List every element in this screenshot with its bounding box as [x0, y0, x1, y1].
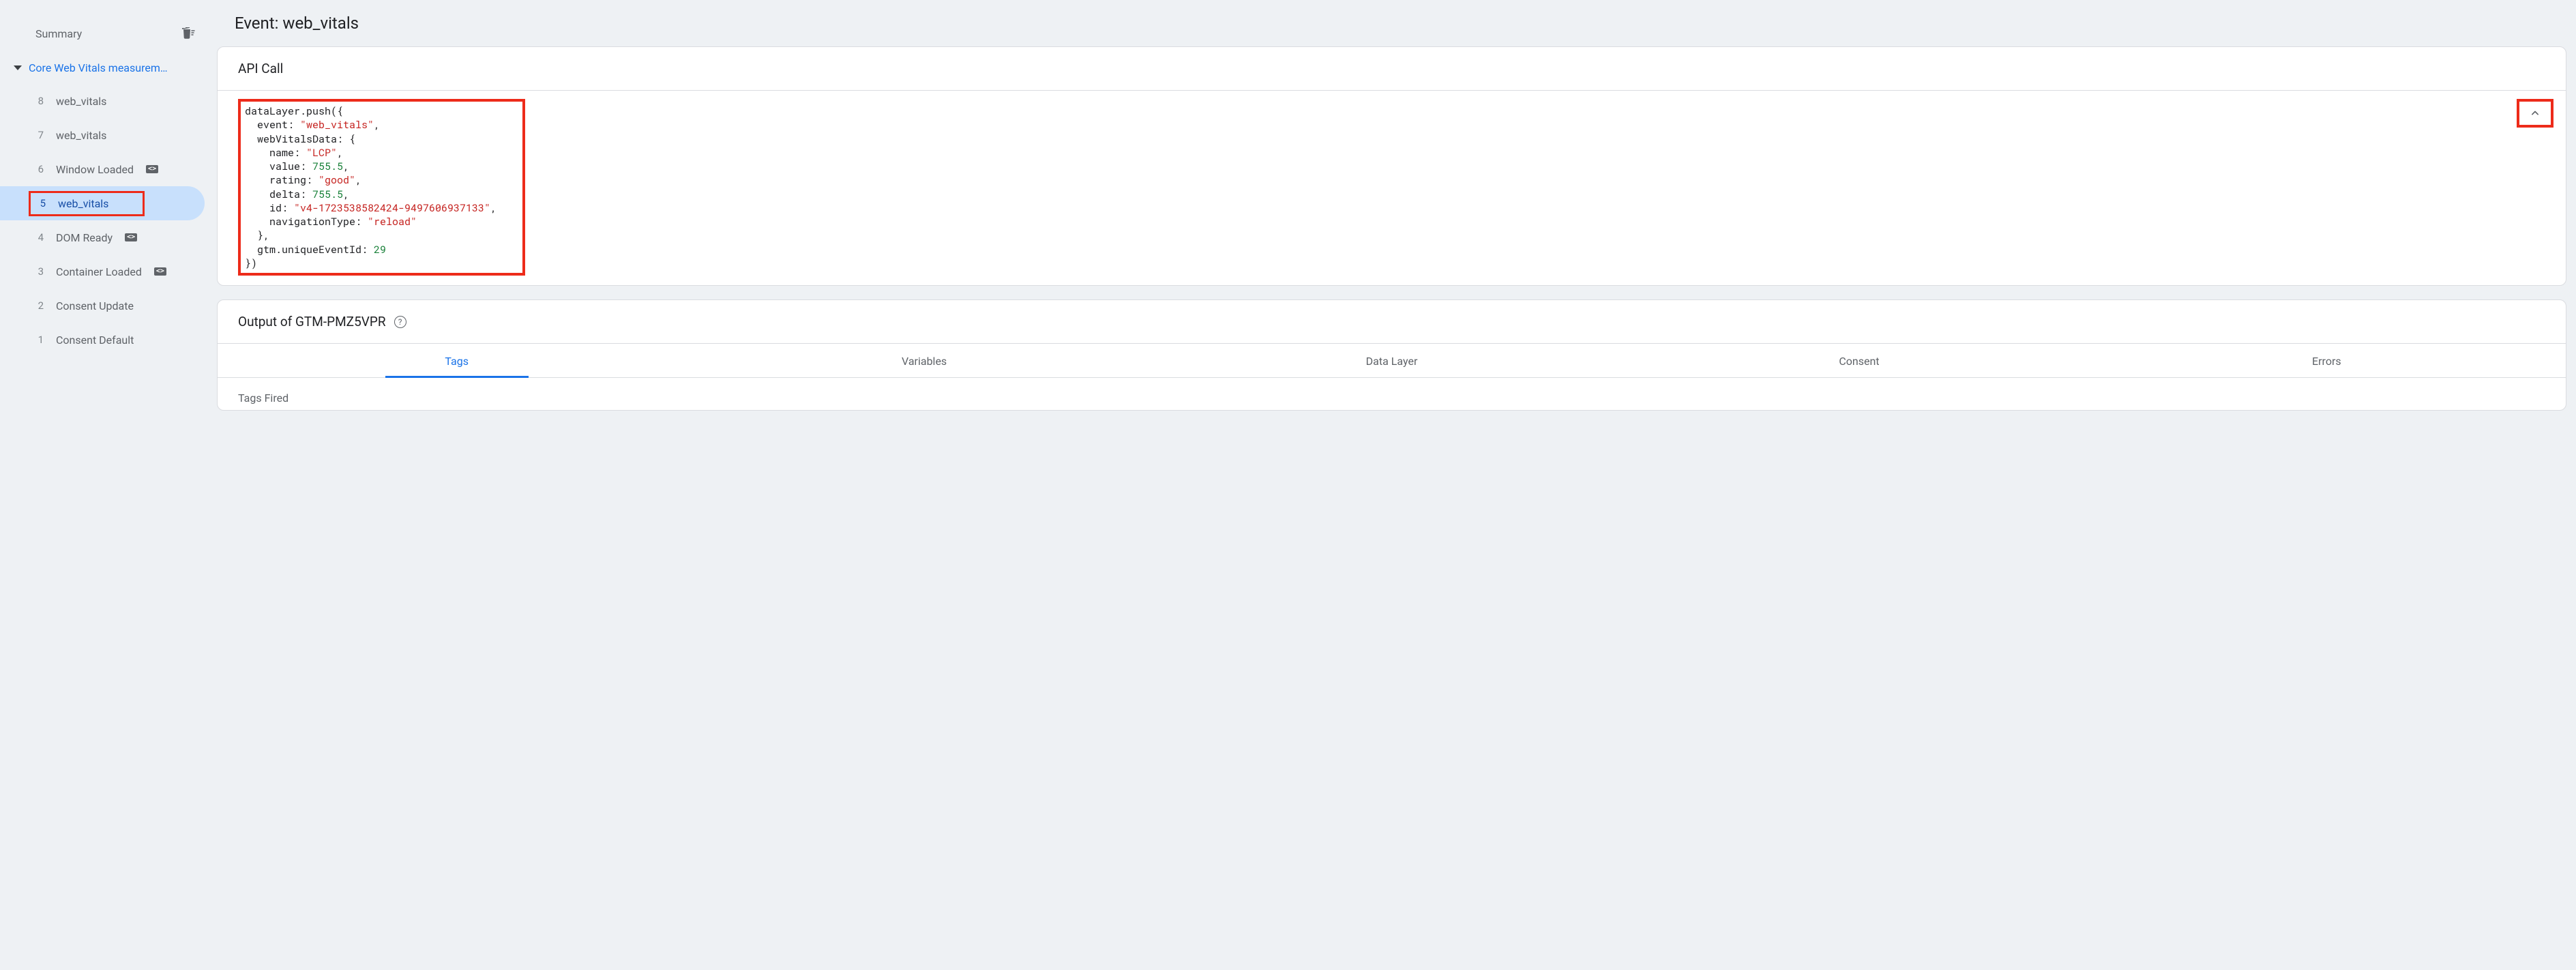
sidebar-event-item[interactable]: 4 DOM Ready <>	[0, 220, 205, 254]
event-label: Consent Update	[56, 299, 134, 312]
sidebar-group-title: Core Web Vitals measurem…	[29, 61, 168, 74]
event-number: 1	[34, 334, 44, 346]
event-label: DOM Ready	[56, 231, 113, 244]
event-number: 7	[34, 129, 44, 141]
help-icon[interactable]: ?	[394, 316, 406, 328]
sidebar-event-item[interactable]: 6 Window Loaded <>	[0, 152, 205, 186]
api-call-card: API Call dataLayer.push({ event: "web_vi…	[217, 46, 2566, 286]
sidebar-event-item[interactable]: 2 Consent Update	[0, 289, 205, 323]
collapse-button[interactable]	[2517, 99, 2553, 128]
sidebar: Summary Core Web Vitals measurem… 8 web_v…	[0, 0, 211, 970]
event-number: 4	[34, 231, 44, 244]
sidebar-summary-row[interactable]: Summary	[0, 19, 211, 55]
sidebar-event-item[interactable]: 3 Container Loaded <>	[0, 254, 205, 289]
api-call-title: API Call	[238, 61, 283, 76]
page-title: Event: web_vitals	[217, 7, 2566, 46]
sidebar-event-item[interactable]: 7 web_vitals	[0, 118, 205, 152]
output-title: Output of GTM-PMZ5VPR	[238, 314, 386, 329]
chevron-down-icon	[14, 65, 22, 70]
event-label: Window Loaded	[56, 163, 134, 176]
tab-variables[interactable]: Variables	[690, 344, 1157, 377]
code-badge-icon: <>	[125, 233, 137, 241]
tags-fired-label: Tags Fired	[218, 378, 2566, 410]
event-label: Container Loaded	[56, 265, 142, 278]
tab-tags[interactable]: Tags	[223, 344, 690, 377]
sidebar-summary-label: Summary	[35, 27, 82, 40]
output-card: Output of GTM-PMZ5VPR ? TagsVariablesDat…	[217, 299, 2566, 411]
event-label: Consent Default	[56, 334, 134, 347]
event-label: web_vitals	[58, 197, 108, 210]
chevron-up-icon	[2528, 106, 2542, 120]
sidebar-event-item[interactable]: 8 web_vitals	[0, 84, 205, 118]
sidebar-event-item[interactable]: 1 Consent Default	[0, 323, 205, 357]
tab-consent[interactable]: Consent	[1625, 344, 2092, 377]
api-call-body: dataLayer.push({ event: "web_vitals", we…	[218, 91, 2566, 285]
event-label: web_vitals	[56, 129, 106, 142]
event-number: 8	[34, 95, 44, 107]
sidebar-group-header[interactable]: Core Web Vitals measurem…	[0, 55, 211, 84]
event-number: 6	[34, 163, 44, 175]
api-call-header: API Call	[218, 47, 2566, 91]
sidebar-event-list: 8web_vitals7web_vitals6Window Loaded<>5w…	[0, 84, 211, 357]
tab-errors[interactable]: Errors	[2093, 344, 2560, 377]
output-tabs: TagsVariablesData LayerConsentErrors	[218, 344, 2566, 378]
event-number: 2	[34, 299, 44, 312]
code-badge-icon: <>	[154, 267, 166, 276]
event-number: 5	[36, 197, 46, 209]
event-number: 3	[34, 265, 44, 278]
api-call-code: dataLayer.push({ event: "web_vitals", we…	[245, 104, 497, 270]
output-header: Output of GTM-PMZ5VPR ?	[218, 300, 2566, 344]
code-badge-icon: <>	[146, 165, 158, 173]
event-label: web_vitals	[56, 95, 106, 108]
tab-data-layer[interactable]: Data Layer	[1158, 344, 1625, 377]
sidebar-event-item[interactable]: 5 web_vitals	[0, 186, 205, 220]
main-content: Event: web_vitals API Call dataLayer.pus…	[211, 0, 2576, 970]
api-call-code-highlight: dataLayer.push({ event: "web_vitals", we…	[238, 99, 525, 276]
clear-list-icon[interactable]	[179, 25, 196, 42]
